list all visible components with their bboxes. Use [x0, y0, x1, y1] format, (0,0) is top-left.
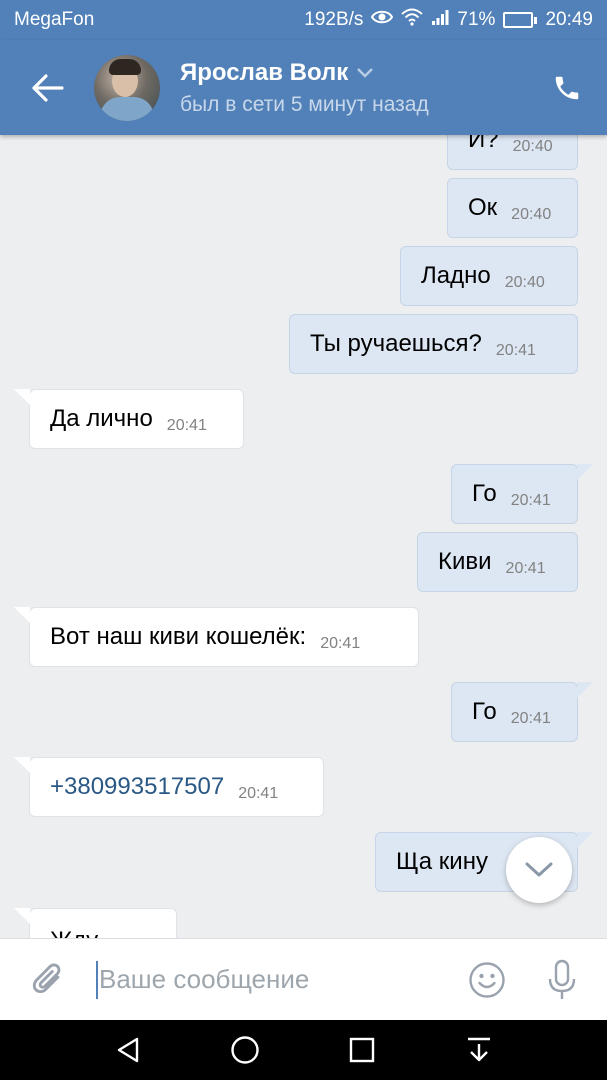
message-time: 20:41 — [320, 635, 361, 652]
phone-icon — [555, 76, 579, 99]
clock: 20:49 — [545, 9, 593, 30]
message-composer: Ваше сообщение — [0, 938, 607, 1020]
battery-percent: 71% — [457, 9, 496, 30]
status-icons: 192B/s 71% 20:49 — [304, 8, 593, 32]
message-incoming[interactable]: Да лично 20:41 — [14, 389, 244, 449]
triangle-back-icon — [118, 1037, 139, 1063]
message-outgoing[interactable]: Го 20:41 — [451, 682, 593, 742]
message-input-placeholder: Ваше сообщение — [99, 964, 310, 994]
chevron-down-icon — [525, 862, 553, 877]
message-time: 20:41 — [505, 560, 546, 577]
wifi-icon — [401, 8, 424, 32]
battery-icon — [503, 12, 538, 28]
message-time: 20:41 — [495, 342, 536, 359]
pull-down-icon — [467, 1037, 490, 1062]
paperclip-icon — [32, 963, 61, 993]
message-outgoing[interactable]: Ты ручаешься? 20:41 — [289, 314, 578, 374]
microphone-icon — [548, 959, 576, 999]
contact-name: Ярослав Волк — [180, 58, 349, 86]
message-incoming[interactable]: Вот наш киви кошелёк: 20:41 — [14, 607, 419, 667]
nav-recents-button[interactable] — [332, 1020, 392, 1080]
message-text: Ты ручаешься? — [310, 330, 482, 357]
message-text: И? — [468, 135, 499, 153]
message-outgoing[interactable]: Го 20:41 — [451, 464, 593, 524]
message-text: Да лично — [50, 405, 153, 432]
message-incoming[interactable]: +380993517507 20:41 — [14, 757, 324, 817]
nav-home-button[interactable] — [215, 1020, 275, 1080]
message-time: 20:40 — [504, 274, 545, 291]
eye-icon — [371, 9, 394, 31]
system-navigation-bar — [0, 1020, 607, 1080]
arrow-left-icon — [32, 73, 64, 102]
message-outgoing[interactable]: Ладно 20:40 — [400, 246, 578, 306]
square-recents-icon — [349, 1037, 375, 1063]
text-cursor — [96, 960, 98, 999]
message-time: 20:40 — [511, 206, 552, 223]
message-outgoing[interactable]: И? 20:40 — [447, 135, 578, 170]
status-bar: MegaFon 192B/s 71% 20:49 — [0, 0, 607, 40]
message-time: 20:40 — [512, 138, 553, 155]
message-text: Ладно — [421, 262, 491, 289]
message-text: Ок — [468, 194, 498, 221]
signal-icon — [431, 8, 449, 32]
chat-header: Ярослав Волк был в сети 5 минут назад — [0, 40, 607, 135]
nav-notifications-button[interactable] — [449, 1020, 509, 1080]
carrier-name: MegaFon — [14, 9, 95, 30]
message-incoming[interactable]: Жду — [14, 908, 177, 939]
message-outgoing[interactable]: Киви 20:41 — [417, 532, 578, 592]
message-input[interactable]: Ваше сообщение — [96, 939, 457, 1021]
message-time: 20:41 — [510, 710, 551, 727]
attach-button[interactable] — [0, 939, 96, 1021]
message-text: Вот наш киви кошелёк: — [50, 623, 307, 650]
contact-status: был в сети 5 минут назад — [180, 92, 429, 116]
avatar[interactable] — [94, 54, 160, 121]
message-text: Ща кину — [396, 848, 488, 875]
message-text: Го — [472, 698, 497, 725]
phone-number-link[interactable]: +380993517507 — [50, 775, 224, 799]
scroll-down-button[interactable] — [506, 837, 572, 903]
message-outgoing[interactable]: Ок 20:40 — [447, 178, 578, 238]
message-list[interactable]: И? 20:40 Ок 20:40 Ладно 20:40 Ты ручаешь… — [0, 135, 607, 938]
message-text: Жду — [50, 929, 98, 939]
net-speed: 192B/s — [304, 9, 364, 30]
nav-back-button[interactable] — [98, 1020, 158, 1080]
message-time: 20:41 — [166, 417, 207, 434]
circle-home-icon — [231, 1036, 259, 1064]
contact-info[interactable]: Ярослав Волк был в сети 5 минут назад — [180, 59, 527, 117]
voice-message-button[interactable] — [517, 939, 607, 1021]
smiley-icon — [469, 961, 505, 998]
call-button[interactable] — [527, 40, 607, 135]
back-button[interactable] — [0, 40, 96, 135]
message-time: 20:41 — [510, 492, 551, 509]
message-text: Киви — [438, 548, 492, 575]
message-time: 20:41 — [238, 785, 279, 802]
emoji-button[interactable] — [457, 939, 517, 1021]
chevron-down-icon — [357, 67, 374, 78]
message-text: Го — [472, 480, 497, 507]
